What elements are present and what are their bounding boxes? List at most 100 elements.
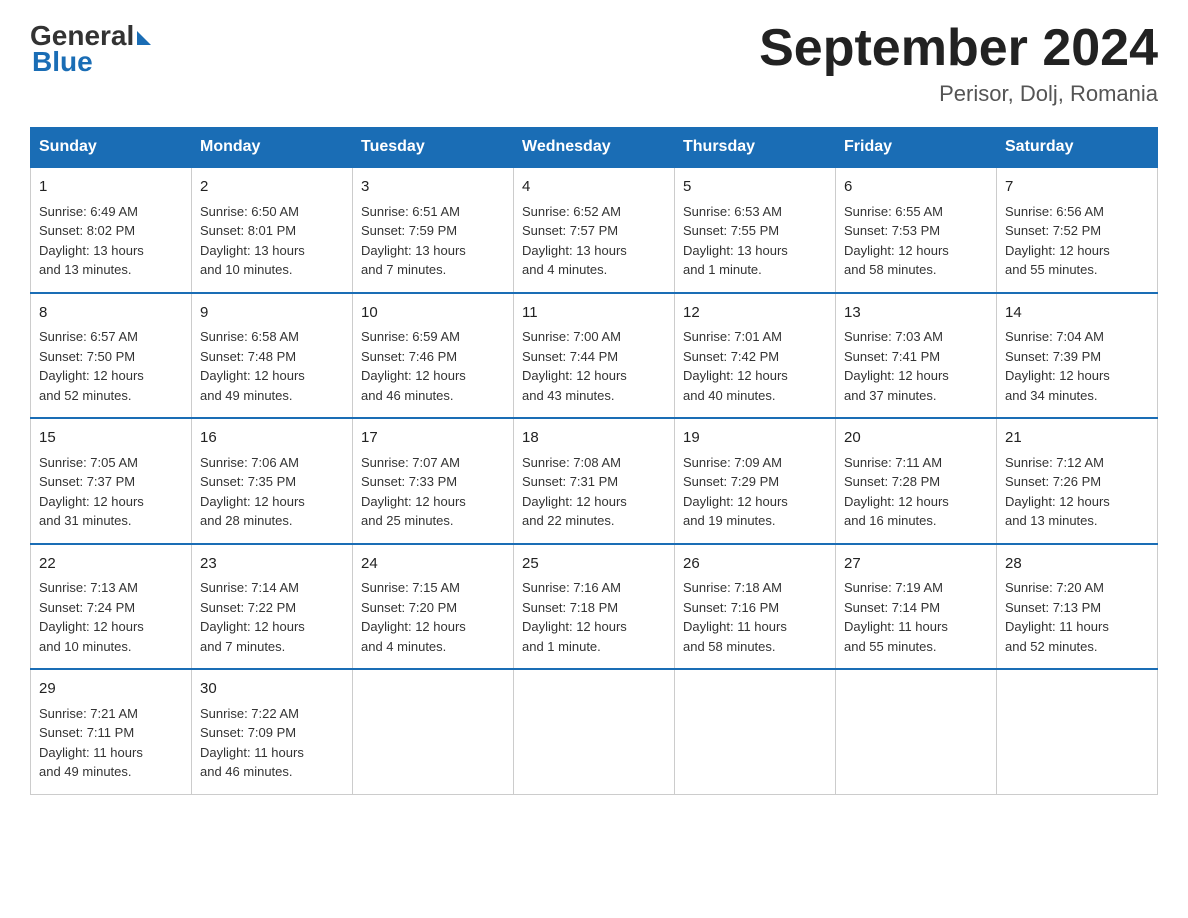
page-header: General Blue September 2024 Perisor, Dol… [30,20,1158,107]
calendar-day-cell: 22Sunrise: 7:13 AMSunset: 7:24 PMDayligh… [31,544,192,670]
day-info: Sunrise: 6:51 AMSunset: 7:59 PMDaylight:… [361,202,505,280]
calendar-day-cell: 28Sunrise: 7:20 AMSunset: 7:13 PMDayligh… [997,544,1158,670]
calendar-day-cell: 9Sunrise: 6:58 AMSunset: 7:48 PMDaylight… [192,293,353,419]
calendar-day-cell: 27Sunrise: 7:19 AMSunset: 7:14 PMDayligh… [836,544,997,670]
day-info: Sunrise: 7:19 AMSunset: 7:14 PMDaylight:… [844,578,988,656]
day-info: Sunrise: 7:06 AMSunset: 7:35 PMDaylight:… [200,453,344,531]
calendar-day-cell: 1Sunrise: 6:49 AMSunset: 8:02 PMDaylight… [31,167,192,293]
day-of-week-header: Monday [192,128,353,168]
calendar-day-cell: 5 Sunrise: 6:53 AMSunset: 7:55 PMDaylight… [675,167,836,293]
day-number: 28 [1005,553,1149,576]
day-number: 2 [200,176,344,199]
day-info: Sunrise: 7:21 AMSunset: 7:11 PMDaylight:… [39,704,183,782]
day-number: 15 [39,427,183,450]
day-info: Sunrise: 6:59 AMSunset: 7:46 PMDaylight:… [361,327,505,405]
calendar-day-cell: 23Sunrise: 7:14 AMSunset: 7:22 PMDayligh… [192,544,353,670]
calendar-day-cell: 4 Sunrise: 6:52 AMSunset: 7:57 PMDaylight… [514,167,675,293]
empty-cell [836,669,997,794]
calendar-day-cell: 18Sunrise: 7:08 AMSunset: 7:31 PMDayligh… [514,418,675,544]
day-of-week-header: Saturday [997,128,1158,168]
calendar-day-cell: 11Sunrise: 7:00 AMSunset: 7:44 PMDayligh… [514,293,675,419]
calendar-day-cell: 21 Sunrise: 7:12 AMSunset: 7:26 PMDayligh… [997,418,1158,544]
calendar-day-cell: 25Sunrise: 7:16 AMSunset: 7:18 PMDayligh… [514,544,675,670]
day-number: 16 [200,427,344,450]
day-of-week-header: Friday [836,128,997,168]
day-info: Sunrise: 7:09 AMSunset: 7:29 PMDaylight:… [683,453,827,531]
day-number: 20 [844,427,988,450]
empty-cell [514,669,675,794]
day-number: 7 [1005,176,1149,199]
day-number: 12 [683,302,827,325]
calendar-day-cell: 8Sunrise: 6:57 AMSunset: 7:50 PMDaylight… [31,293,192,419]
day-of-week-header: Thursday [675,128,836,168]
day-info: Sunrise: 6:50 AMSunset: 8:01 PMDaylight:… [200,202,344,280]
calendar-day-cell: 17Sunrise: 7:07 AMSunset: 7:33 PMDayligh… [353,418,514,544]
day-of-week-header: Tuesday [353,128,514,168]
day-of-week-header: Wednesday [514,128,675,168]
calendar-day-cell: 13Sunrise: 7:03 AMSunset: 7:41 PMDayligh… [836,293,997,419]
calendar-subtitle: Perisor, Dolj, Romania [759,81,1158,107]
calendar-day-cell: 30 Sunrise: 7:22 AMSunset: 7:09 PMDayligh… [192,669,353,794]
logo-blue-text: Blue [32,46,93,78]
day-info: Sunrise: 7:03 AMSunset: 7:41 PMDaylight:… [844,327,988,405]
day-info: Sunrise: 6:53 AMSunset: 7:55 PMDaylight:… [683,202,827,280]
day-info: Sunrise: 6:57 AMSunset: 7:50 PMDaylight:… [39,327,183,405]
day-info: Sunrise: 7:08 AMSunset: 7:31 PMDaylight:… [522,453,666,531]
day-info: Sunrise: 6:58 AMSunset: 7:48 PMDaylight:… [200,327,344,405]
calendar-day-cell: 12Sunrise: 7:01 AMSunset: 7:42 PMDayligh… [675,293,836,419]
day-info: Sunrise: 7:07 AMSunset: 7:33 PMDaylight:… [361,453,505,531]
logo-arrow-icon [137,31,151,45]
day-info: Sunrise: 7:01 AMSunset: 7:42 PMDaylight:… [683,327,827,405]
title-area: September 2024 Perisor, Dolj, Romania [759,20,1158,107]
day-info: Sunrise: 7:20 AMSunset: 7:13 PMDaylight:… [1005,578,1149,656]
day-info: Sunrise: 7:14 AMSunset: 7:22 PMDaylight:… [200,578,344,656]
day-info: Sunrise: 7:12 AMSunset: 7:26 PMDaylight:… [1005,453,1149,531]
calendar-day-cell: 2 Sunrise: 6:50 AMSunset: 8:01 PMDaylight… [192,167,353,293]
calendar-day-cell: 6 Sunrise: 6:55 AMSunset: 7:53 PMDaylight… [836,167,997,293]
day-of-week-header: Sunday [31,128,192,168]
day-number: 1 [39,176,183,199]
day-info: Sunrise: 7:22 AMSunset: 7:09 PMDaylight:… [200,704,344,782]
day-number: 8 [39,302,183,325]
day-number: 13 [844,302,988,325]
day-info: Sunrise: 7:05 AMSunset: 7:37 PMDaylight:… [39,453,183,531]
empty-cell [675,669,836,794]
empty-cell [997,669,1158,794]
day-number: 14 [1005,302,1149,325]
day-info: Sunrise: 6:52 AMSunset: 7:57 PMDaylight:… [522,202,666,280]
day-number: 9 [200,302,344,325]
logo: General Blue [30,20,151,78]
empty-cell [353,669,514,794]
calendar-day-cell: 29Sunrise: 7:21 AMSunset: 7:11 PMDayligh… [31,669,192,794]
day-number: 23 [200,553,344,576]
day-info: Sunrise: 6:55 AMSunset: 7:53 PMDaylight:… [844,202,988,280]
calendar-day-cell: 20 Sunrise: 7:11 AMSunset: 7:28 PMDayligh… [836,418,997,544]
day-number: 10 [361,302,505,325]
day-info: Sunrise: 6:56 AMSunset: 7:52 PMDaylight:… [1005,202,1149,280]
calendar-day-cell: 24Sunrise: 7:15 AMSunset: 7:20 PMDayligh… [353,544,514,670]
calendar-day-cell: 15 Sunrise: 7:05 AMSunset: 7:37 PMDayligh… [31,418,192,544]
day-number: 11 [522,302,666,325]
calendar-day-cell: 3Sunrise: 6:51 AMSunset: 7:59 PMDaylight… [353,167,514,293]
calendar-table: SundayMondayTuesdayWednesdayThursdayFrid… [30,127,1158,795]
calendar-day-cell: 16 Sunrise: 7:06 AMSunset: 7:35 PMDayligh… [192,418,353,544]
day-number: 24 [361,553,505,576]
day-number: 25 [522,553,666,576]
calendar-day-cell: 7 Sunrise: 6:56 AMSunset: 7:52 PMDaylight… [997,167,1158,293]
day-number: 22 [39,553,183,576]
calendar-day-cell: 26Sunrise: 7:18 AMSunset: 7:16 PMDayligh… [675,544,836,670]
day-number: 27 [844,553,988,576]
day-number: 21 [1005,427,1149,450]
day-number: 5 [683,176,827,199]
day-number: 6 [844,176,988,199]
calendar-day-cell: 14Sunrise: 7:04 AMSunset: 7:39 PMDayligh… [997,293,1158,419]
day-info: Sunrise: 7:18 AMSunset: 7:16 PMDaylight:… [683,578,827,656]
day-info: Sunrise: 7:15 AMSunset: 7:20 PMDaylight:… [361,578,505,656]
day-number: 4 [522,176,666,199]
day-number: 30 [200,678,344,701]
day-info: Sunrise: 7:00 AMSunset: 7:44 PMDaylight:… [522,327,666,405]
calendar-title: September 2024 [759,20,1158,77]
day-info: Sunrise: 7:11 AMSunset: 7:28 PMDaylight:… [844,453,988,531]
calendar-day-cell: 19Sunrise: 7:09 AMSunset: 7:29 PMDayligh… [675,418,836,544]
day-info: Sunrise: 7:04 AMSunset: 7:39 PMDaylight:… [1005,327,1149,405]
